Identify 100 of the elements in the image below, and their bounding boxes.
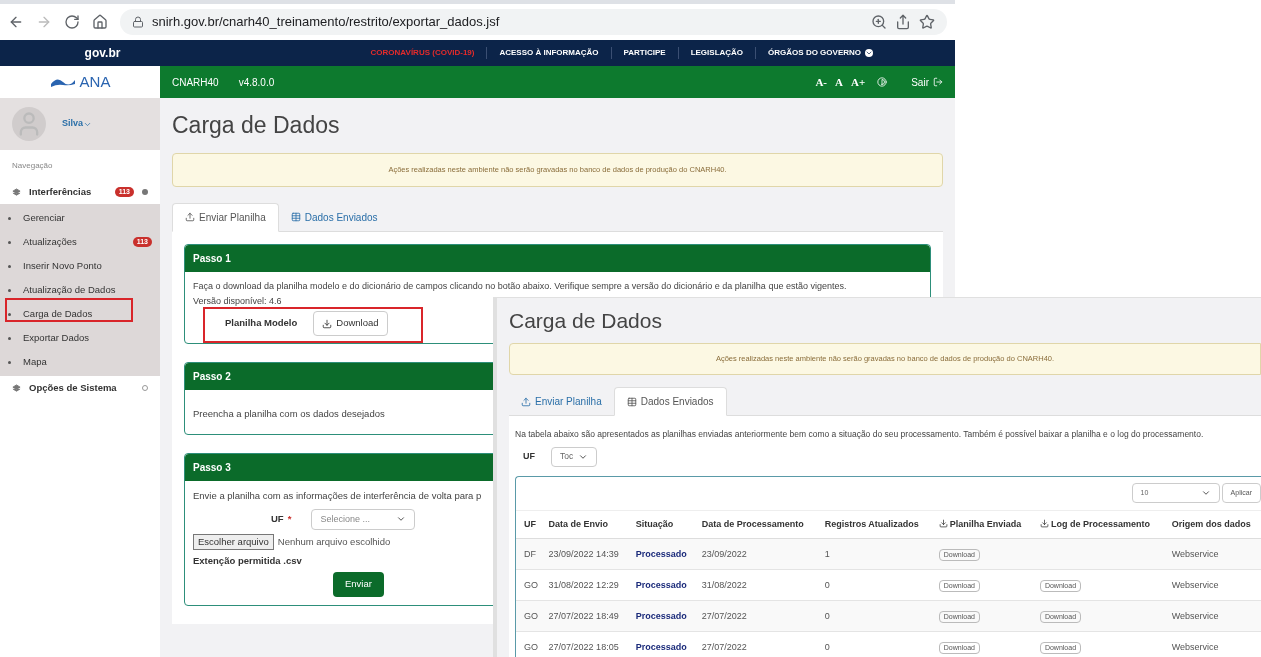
table-icon xyxy=(290,212,301,222)
gov-link[interactable]: ACESSO À INFORMAÇÃO xyxy=(486,47,611,59)
gov-logo[interactable]: gov.br xyxy=(0,44,205,62)
file-choose-button[interactable]: Escolher arquivo xyxy=(193,533,274,550)
tab[interactable]: Dados Enviados xyxy=(613,387,727,416)
table-cell: 1 xyxy=(816,538,931,570)
tab[interactable]: Enviar Planilha xyxy=(509,388,614,415)
page-title: Carga de Dados xyxy=(172,111,341,140)
table-cell: GO xyxy=(516,600,541,632)
column-header: UF xyxy=(516,510,541,539)
table-icon xyxy=(626,396,637,407)
font-size-button[interactable]: A xyxy=(831,73,847,91)
download-icon xyxy=(1039,518,1049,528)
table-cell: 0 xyxy=(816,569,931,601)
step-text: Faça o download da planilha modelo e do dicionário de campos clicando no botão abaixo. Verifique sempre a versão do dicionário e da planilha que estão vigentes. xyxy=(193,279,848,293)
description-text: Na tabela abaixo são apresentados as planilhas enviadas anteriormente bem como a situação do seu processamento. Também é possível baixar a planilha e o log do processamento. xyxy=(515,428,1205,441)
nav-item[interactable]: Gerenciar xyxy=(0,206,160,230)
table-cell: GO xyxy=(516,569,541,601)
column-header: Origem dos dados xyxy=(1163,510,1261,539)
step-header: Passo 1 xyxy=(185,244,930,272)
uf-select[interactable]: Toc xyxy=(551,446,597,467)
bullet-icon xyxy=(8,360,11,364)
address-bar[interactable]: snirh.gov.br/cnarh40_treinamento/restrito/exportar_dados.jsf xyxy=(120,9,947,35)
gov-link[interactable]: ÓRGÃOS DO GOVERNO xyxy=(755,47,885,59)
layers-icon xyxy=(12,187,21,197)
download-icon xyxy=(322,318,333,329)
table-cell: GO xyxy=(516,631,541,657)
uf-select[interactable]: Selecione ... xyxy=(311,508,416,530)
nav-item[interactable]: Mapa xyxy=(0,350,160,374)
table-cell: 31/08/2022 12:29 xyxy=(540,569,628,601)
tab[interactable]: Enviar Planilha xyxy=(172,202,279,232)
table-cell: 27/07/2022 18:49 xyxy=(540,600,628,632)
table-cell: 27/07/2022 18:05 xyxy=(540,631,628,657)
page-title: Carga de Dados xyxy=(509,310,663,331)
download-icon xyxy=(938,518,948,528)
lock-icon xyxy=(132,16,144,28)
submit-button[interactable]: Enviar xyxy=(333,572,384,597)
extension-note: Extenção permitida .csv xyxy=(193,554,302,568)
zoom-icon[interactable] xyxy=(871,14,887,30)
field-label: UF xyxy=(523,450,535,463)
bullet-icon xyxy=(8,288,11,292)
column-header: Situação xyxy=(627,510,694,539)
home-icon[interactable] xyxy=(92,14,108,30)
avatar-icon xyxy=(12,107,46,141)
table-cell: 27/07/2022 xyxy=(693,600,817,632)
table-cell: 27/07/2022 xyxy=(693,631,817,657)
table-cell: 0 xyxy=(816,631,931,657)
table-cell: 0 xyxy=(816,600,931,632)
file-status: Nenhum arquivo escolhido xyxy=(277,534,391,549)
step-text: Envie a planilha com as informações de interferência de volta para p xyxy=(193,488,483,503)
status-text: Processado xyxy=(627,600,694,632)
column-header: Log de Processamento xyxy=(1031,510,1164,539)
nav-section-label: Opções de Sistema xyxy=(29,380,118,395)
field-label: UF * xyxy=(271,512,292,527)
table-cell: Webservice xyxy=(1163,538,1261,570)
nav-item[interactable]: Exportar Dados xyxy=(0,326,160,350)
user-menu[interactable]: Silva xyxy=(62,117,92,131)
bullet-icon xyxy=(8,312,11,316)
tab[interactable]: Dados Enviados xyxy=(278,203,390,231)
bullet-icon xyxy=(8,336,11,340)
font-size-button[interactable]: A- xyxy=(811,73,832,91)
bullet-icon xyxy=(8,264,11,268)
font-size-button[interactable]: A+ xyxy=(847,73,870,91)
step-text: Preencha a planilha com os dados desejados xyxy=(193,407,385,419)
table-cell: Webservice xyxy=(1163,631,1261,657)
table-cell: 31/08/2022 xyxy=(693,569,817,601)
version-text: v4.8.0.0 xyxy=(238,75,275,90)
field-label: Planilha Modelo xyxy=(225,316,298,331)
table-cell: 23/09/2022 14:39 xyxy=(540,538,628,570)
nav-section-label: Interferências xyxy=(29,184,93,199)
table-cell: Webservice xyxy=(1163,600,1261,632)
nav-item[interactable]: Inserir Novo Ponto xyxy=(0,254,160,278)
system-name: CNARH40 xyxy=(172,75,219,90)
layers-icon xyxy=(12,383,21,393)
reload-icon[interactable] xyxy=(64,14,80,30)
upload-icon xyxy=(521,396,531,407)
logout-button[interactable]: Sair xyxy=(911,74,943,90)
back-icon[interactable] xyxy=(8,14,24,30)
column-header: Data de Processamento xyxy=(693,510,817,539)
logout-icon xyxy=(933,77,943,87)
share-icon[interactable] xyxy=(895,14,911,30)
column-header: Registros Atualizados xyxy=(816,510,931,539)
status-text: Processado xyxy=(627,538,694,570)
upload-icon xyxy=(185,212,195,222)
gov-link[interactable]: CORONAVÍRUS (COVID-19) xyxy=(358,47,487,59)
bullet-icon xyxy=(8,240,11,244)
table-cell: DF xyxy=(516,538,541,570)
nav-label: Navegação xyxy=(11,160,54,172)
column-header: Data de Envio xyxy=(540,510,628,539)
version-text: Versão disponível: 4.6 xyxy=(193,295,283,308)
bullet-icon xyxy=(8,216,11,220)
nav-item[interactable]: Atualização de Dados xyxy=(0,278,160,302)
gov-link[interactable]: LEGISLAÇÃO xyxy=(677,47,756,59)
column-header: Planilha Enviada xyxy=(930,510,1032,539)
gov-link[interactable]: PARTICIPE xyxy=(610,47,678,59)
contrast-icon[interactable] xyxy=(877,77,888,87)
download-button[interactable]: Download xyxy=(313,311,388,336)
star-icon[interactable] xyxy=(919,14,935,30)
nav-item[interactable]: Carga de Dados xyxy=(0,302,160,326)
table-cell: 23/09/2022 xyxy=(693,538,817,570)
